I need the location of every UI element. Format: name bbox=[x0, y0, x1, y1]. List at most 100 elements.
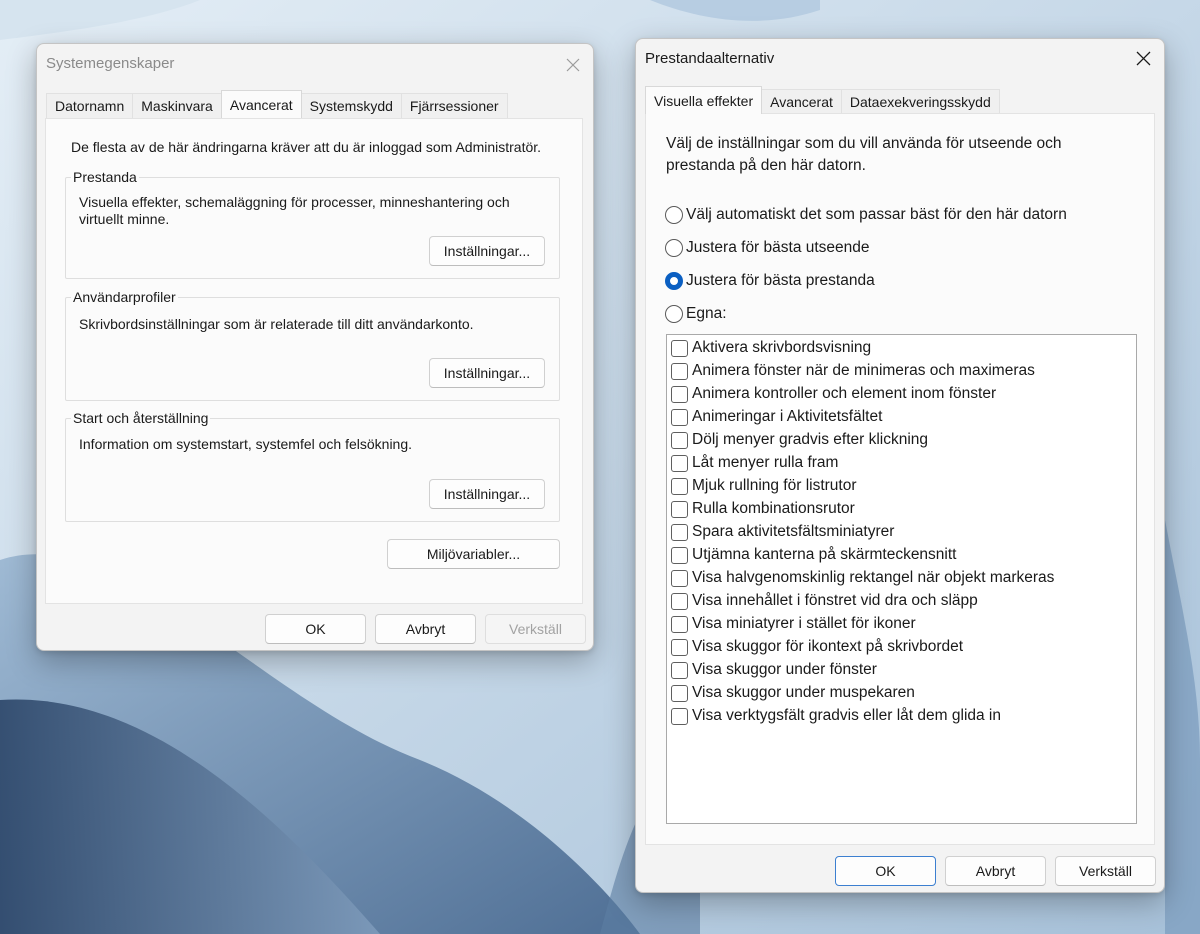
startup-recovery-group-title: Start och återställning bbox=[71, 410, 211, 426]
checkbox-label: Visa halvgenomskinlig rektangel när obje… bbox=[692, 569, 1055, 586]
user-profiles-group: Användarprofiler Skrivbordsinställningar… bbox=[65, 289, 560, 401]
performance-options-apply-button[interactable]: Verkställ bbox=[1055, 856, 1156, 886]
performance-options-close-button[interactable] bbox=[1126, 43, 1160, 73]
advanced-tab-panel: De flesta av de här ändringarna kräver a… bbox=[45, 118, 583, 604]
system-properties-tabs: Datornamn Maskinvara Avancerat Systemsky… bbox=[46, 90, 508, 119]
checkbox-lat-menyer-rulla[interactable]: Låt menyer rulla fram bbox=[671, 452, 838, 474]
checkbox-label: Animera kontroller och element inom föns… bbox=[692, 385, 997, 402]
startup-recovery-settings-button[interactable]: Inställningar... bbox=[429, 479, 545, 509]
radio-button-checked-icon bbox=[665, 272, 683, 290]
checkbox-aktivera-skrivbordsvisning[interactable]: Aktivera skrivbordsvisning bbox=[671, 337, 871, 359]
tab-datornamn[interactable]: Datornamn bbox=[46, 93, 134, 118]
radio-best-performance-label: Justera för bästa prestanda bbox=[686, 272, 875, 289]
checkbox-label: Visa skuggor för ikontext på skrivbordet bbox=[692, 638, 964, 655]
performance-options-window: Prestandaalternativ Visuella effekter Av… bbox=[635, 38, 1165, 893]
radio-auto-best-label: Välj automatiskt det som passar bäst för… bbox=[686, 206, 1067, 223]
performance-options-tabs: Visuella effekter Avancerat Dataexekveri… bbox=[645, 86, 1000, 115]
performance-options-cancel-button[interactable]: Avbryt bbox=[945, 856, 1046, 886]
checkbox-icon bbox=[671, 500, 688, 518]
checkbox-label: Rulla kombinationsrutor bbox=[692, 500, 855, 517]
startup-recovery-group-description: Information om systemstart, systemfel oc… bbox=[79, 436, 413, 452]
checkbox-skuggor-ikontext[interactable]: Visa skuggor för ikontext på skrivbordet bbox=[671, 636, 963, 658]
checkbox-animeringar-aktivitetsfaltet[interactable]: Animeringar i Aktivitetsfältet bbox=[671, 406, 882, 428]
checkbox-utjamna-kanterna[interactable]: Utjämna kanterna på skärmteckensnitt bbox=[671, 544, 956, 566]
checkbox-dolj-menyer[interactable]: Dölj menyer gradvis efter klickning bbox=[671, 429, 928, 451]
tab-fjarrsessioner[interactable]: Fjärrsessioner bbox=[400, 93, 508, 118]
checkbox-icon bbox=[671, 408, 688, 426]
system-properties-apply-button: Verkställ bbox=[485, 614, 586, 644]
radio-button-icon bbox=[665, 239, 683, 257]
checkbox-icon bbox=[671, 707, 688, 725]
performance-group-title: Prestanda bbox=[71, 169, 139, 185]
checkbox-rulla-kombinationsrutor[interactable]: Rulla kombinationsrutor bbox=[671, 498, 855, 520]
checkbox-animera-fonster[interactable]: Animera fönster när de minimeras och max… bbox=[671, 360, 1035, 382]
checkbox-icon bbox=[671, 339, 688, 357]
checkbox-label: Visa miniatyrer i stället för ikoner bbox=[692, 615, 916, 632]
checkbox-label: Visa innehållet i fönstret vid dra och s… bbox=[692, 592, 978, 609]
checkbox-label: Visa skuggor under fönster bbox=[692, 661, 877, 678]
checkbox-label: Dölj menyer gradvis efter klickning bbox=[692, 431, 929, 448]
close-icon bbox=[566, 58, 580, 72]
environment-variables-button[interactable]: Miljövariabler... bbox=[387, 539, 560, 569]
checkbox-label: Animeringar i Aktivitetsfältet bbox=[692, 408, 883, 425]
performance-group: Prestanda Visuella effekter, schemaläggn… bbox=[65, 169, 560, 279]
checkbox-icon bbox=[671, 638, 688, 656]
checkbox-icon bbox=[671, 569, 688, 587]
system-properties-close-button[interactable] bbox=[556, 50, 590, 80]
checkbox-icon bbox=[671, 615, 688, 633]
checkbox-label: Visa verktygsfält gradvis eller låt dem … bbox=[692, 707, 1001, 724]
checkbox-label: Låt menyer rulla fram bbox=[692, 454, 839, 471]
checkbox-label: Utjämna kanterna på skärmteckensnitt bbox=[692, 546, 957, 563]
checkbox-mjuk-rullning[interactable]: Mjuk rullning för listrutor bbox=[671, 475, 857, 497]
radio-custom[interactable]: Egna: bbox=[665, 303, 727, 325]
radio-best-performance[interactable]: Justera för bästa prestanda bbox=[665, 270, 875, 292]
checkbox-animera-kontroller[interactable]: Animera kontroller och element inom föns… bbox=[671, 383, 996, 405]
tab-data-execution-prevention[interactable]: Dataexekveringsskydd bbox=[840, 89, 1000, 114]
checkbox-label: Aktivera skrivbordsvisning bbox=[692, 339, 872, 356]
system-properties-titlebar[interactable]: Systemegenskaper bbox=[37, 44, 593, 84]
visual-effects-tab-panel: Välj de inställningar som du vill använd… bbox=[645, 113, 1155, 845]
tab-avancerat[interactable]: Avancerat bbox=[220, 90, 302, 118]
startup-recovery-group: Start och återställning Information om s… bbox=[65, 410, 560, 522]
checkbox-icon bbox=[671, 454, 688, 472]
radio-button-icon bbox=[665, 305, 683, 323]
checkbox-icon bbox=[671, 684, 688, 702]
system-properties-window: Systemegenskaper Datornamn Maskinvara Av… bbox=[36, 43, 594, 651]
performance-options-title: Prestandaalternativ bbox=[645, 50, 775, 67]
user-profiles-settings-button[interactable]: Inställningar... bbox=[429, 358, 545, 388]
radio-custom-label: Egna: bbox=[686, 305, 727, 322]
checkbox-label: Spara aktivitetsfältsminiatyrer bbox=[692, 523, 895, 540]
checkbox-verktygsfalt-gradvis[interactable]: Visa verktygsfält gradvis eller låt dem … bbox=[671, 705, 1001, 727]
checkbox-skuggor-muspekaren[interactable]: Visa skuggor under muspekaren bbox=[671, 682, 915, 704]
radio-auto-best[interactable]: Välj automatiskt det som passar bäst för… bbox=[665, 204, 1067, 226]
performance-group-description: Visuella effekter, schemaläggning för pr… bbox=[79, 194, 510, 227]
checkbox-visa-innehallet[interactable]: Visa innehållet i fönstret vid dra och s… bbox=[671, 590, 978, 612]
visual-effects-list[interactable]: Aktivera skrivbordsvisning Animera fönst… bbox=[666, 334, 1137, 824]
checkbox-skuggor-fonster[interactable]: Visa skuggor under fönster bbox=[671, 659, 877, 681]
radio-best-appearance[interactable]: Justera för bästa utseende bbox=[665, 237, 870, 259]
checkbox-label: Animera fönster när de minimeras och max… bbox=[692, 362, 1035, 379]
admin-note: De flesta av de här ändringarna kräver a… bbox=[71, 139, 542, 155]
system-properties-ok-button[interactable]: OK bbox=[265, 614, 366, 644]
system-properties-cancel-button[interactable]: Avbryt bbox=[375, 614, 476, 644]
checkbox-icon bbox=[671, 431, 688, 449]
tab-systemskydd[interactable]: Systemskydd bbox=[300, 93, 402, 118]
checkbox-icon bbox=[671, 362, 688, 380]
performance-settings-button[interactable]: Inställningar... bbox=[429, 236, 545, 266]
tab-maskinvara[interactable]: Maskinvara bbox=[132, 93, 222, 118]
checkbox-halvgenomskinlig-rektangel[interactable]: Visa halvgenomskinlig rektangel när obje… bbox=[671, 567, 1054, 589]
tab-advanced[interactable]: Avancerat bbox=[761, 89, 842, 114]
checkbox-label: Mjuk rullning för listrutor bbox=[692, 477, 857, 494]
checkbox-icon bbox=[671, 661, 688, 679]
checkbox-visa-miniatyrer[interactable]: Visa miniatyrer i stället för ikoner bbox=[671, 613, 916, 635]
performance-options-ok-button[interactable]: OK bbox=[835, 856, 936, 886]
radio-button-icon bbox=[665, 206, 683, 224]
user-profiles-group-title: Användarprofiler bbox=[71, 289, 178, 305]
checkbox-icon bbox=[671, 385, 688, 403]
visual-effects-intro-line-2: prestanda på den här datorn. bbox=[666, 157, 866, 174]
checkbox-icon bbox=[671, 546, 688, 564]
checkbox-icon bbox=[671, 477, 688, 495]
performance-options-titlebar[interactable]: Prestandaalternativ bbox=[636, 39, 1164, 79]
tab-visual-effects[interactable]: Visuella effekter bbox=[645, 86, 763, 114]
checkbox-spara-miniatyrer[interactable]: Spara aktivitetsfältsminiatyrer bbox=[671, 521, 894, 543]
